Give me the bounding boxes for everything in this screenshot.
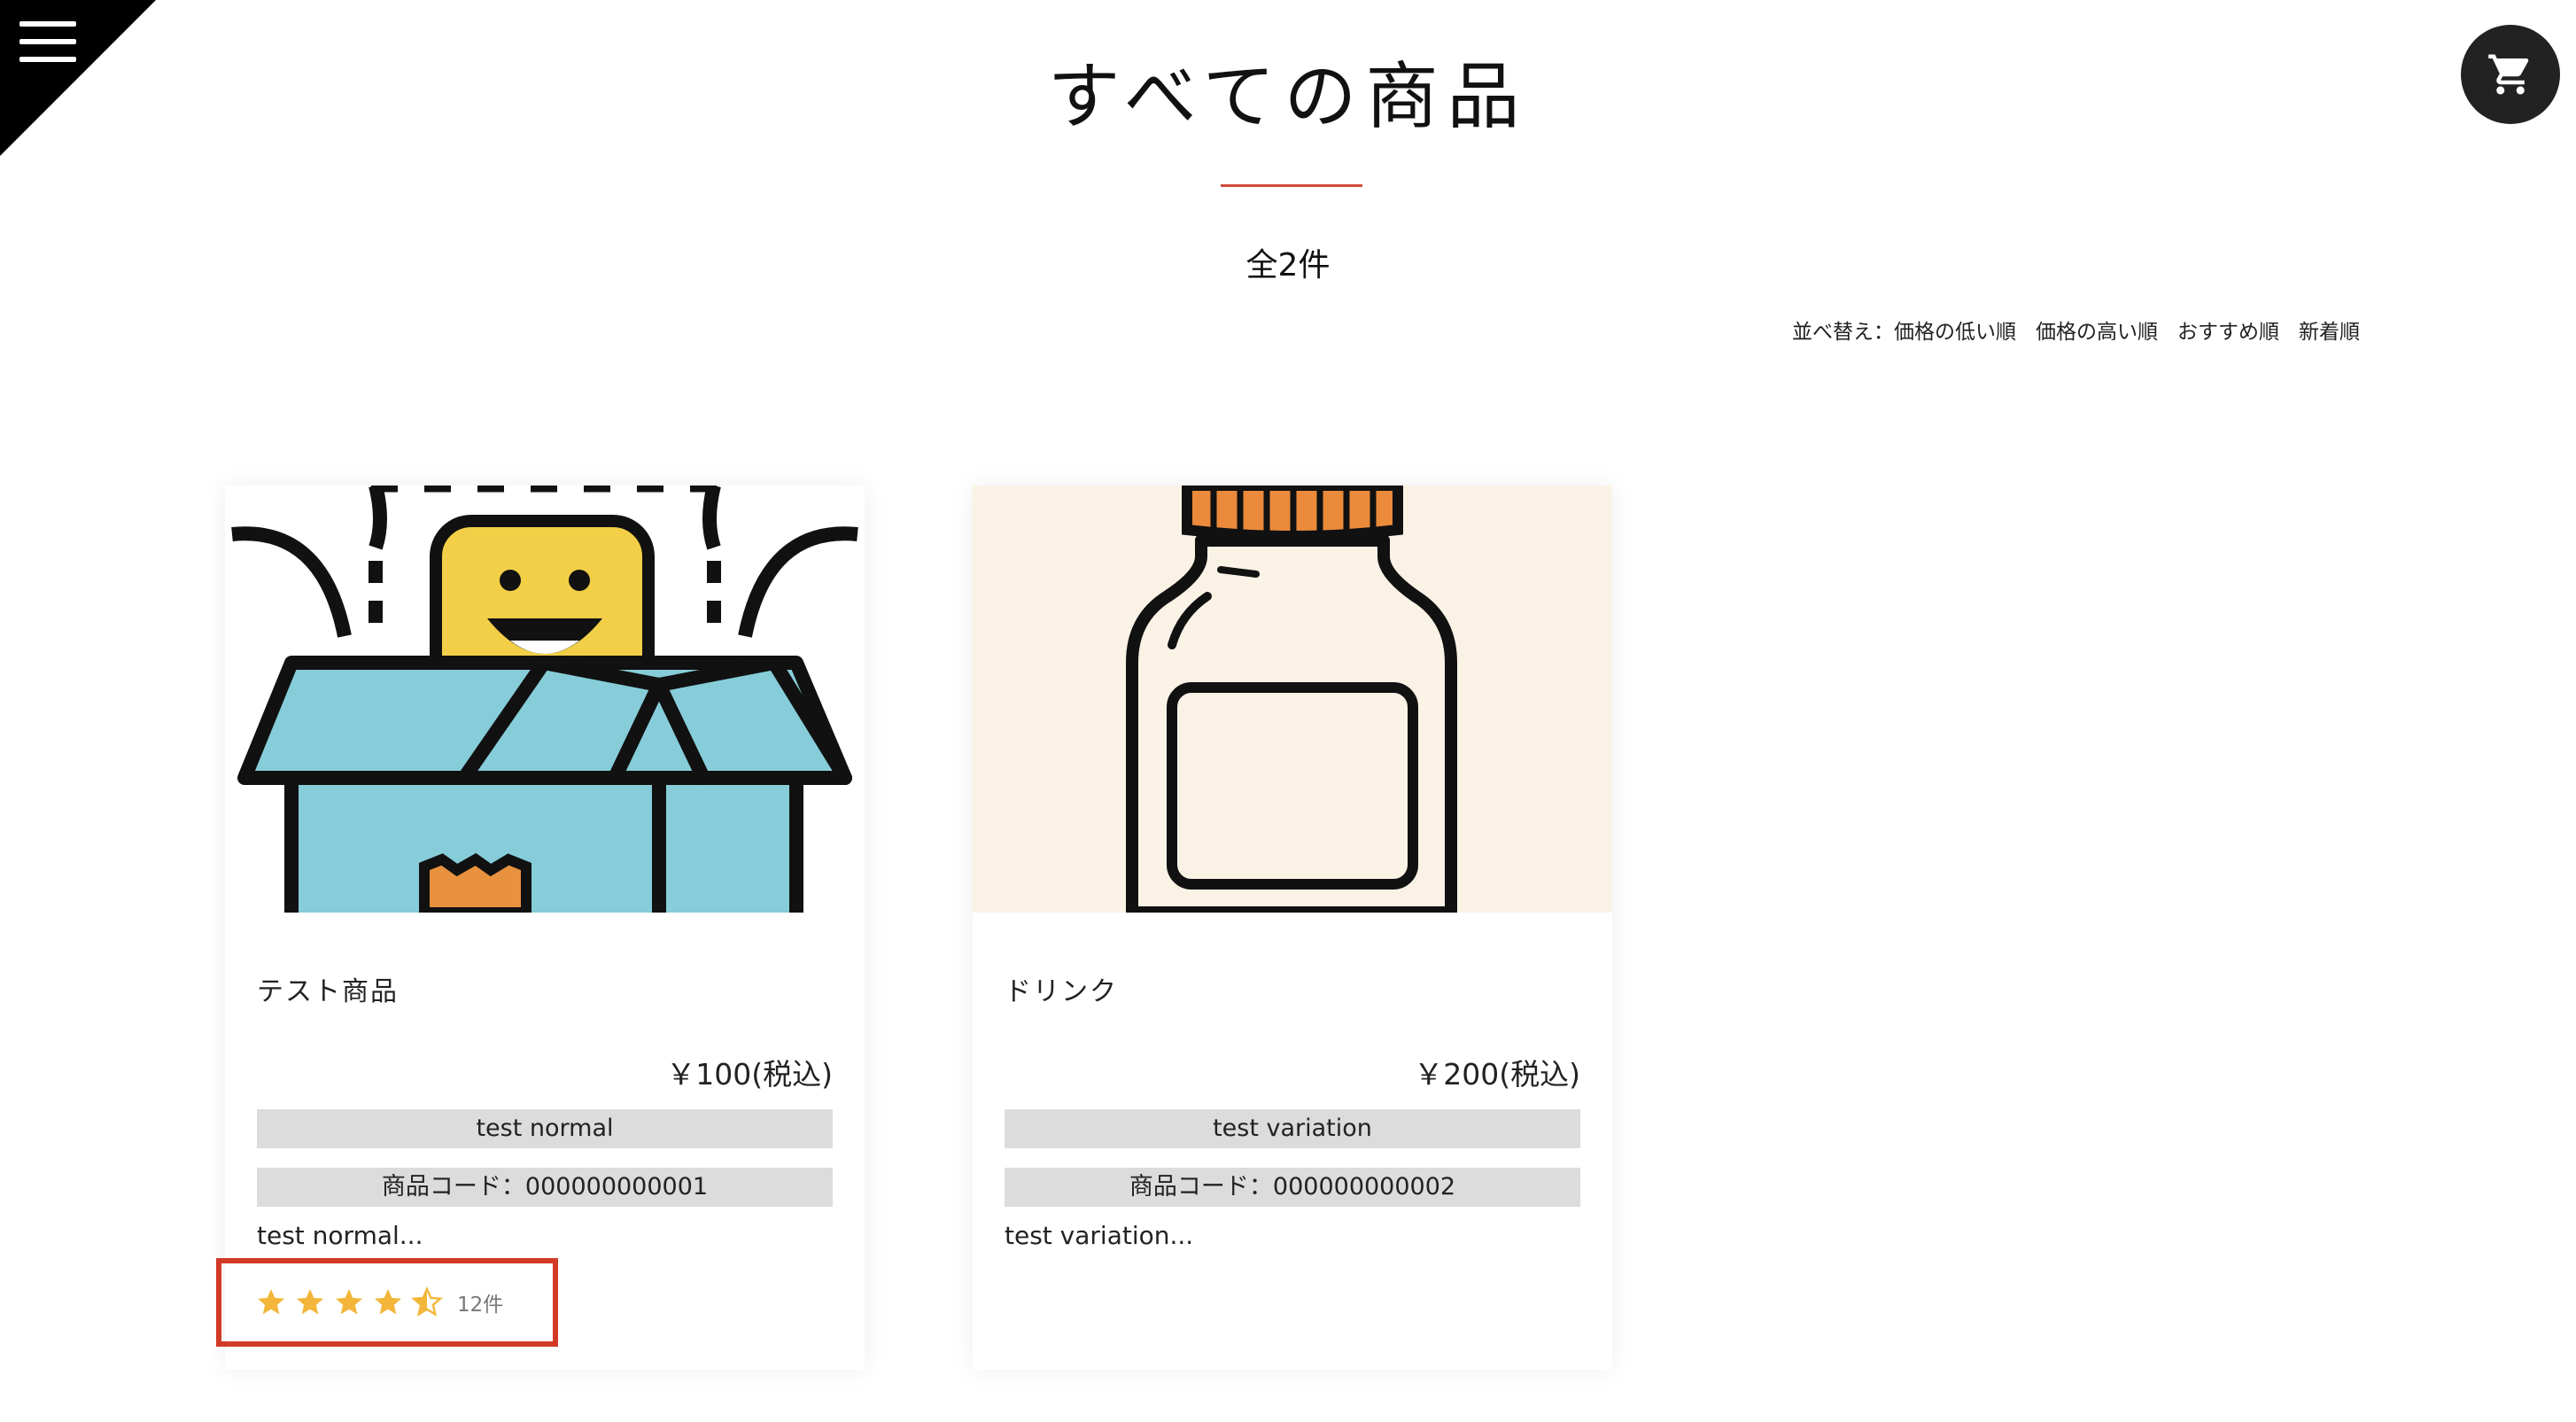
rating-highlight-box[interactable]: 12件 bbox=[216, 1258, 558, 1347]
title-underline bbox=[1221, 184, 1362, 187]
star-filled-icon bbox=[336, 1289, 362, 1315]
sort-label: 並べ替え： bbox=[1792, 321, 1894, 344]
product-card[interactable]: テスト商品 ￥100(税込) test normal 商品コード：0000000… bbox=[216, 486, 865, 1370]
sort-option-price-low[interactable]: 価格の低い順 bbox=[1894, 315, 2016, 345]
product-card[interactable]: ドリンク ￥200(税込) test variation 商品コード：00000… bbox=[973, 486, 1612, 1370]
product-name[interactable]: ドリンク bbox=[1005, 969, 1118, 1008]
sort-bar: 並べ替え： 価格の低い順 価格の高い順 おすすめ順 新着順 bbox=[1792, 315, 2360, 345]
product-code-tag: 商品コード：000000000001 bbox=[257, 1168, 833, 1207]
product-price: ￥100(税込) bbox=[666, 1057, 833, 1092]
star-half-icon bbox=[411, 1286, 443, 1317]
bottle-illustration[interactable] bbox=[973, 486, 1612, 913]
product-description: test variation... bbox=[1005, 1221, 1194, 1250]
page-title: すべての商品 bbox=[1047, 55, 1529, 139]
product-count: 全2件 bbox=[1245, 247, 1331, 284]
rating-stars bbox=[255, 1286, 443, 1318]
variant-tag: test variation bbox=[1005, 1109, 1580, 1148]
star-filled-icon bbox=[375, 1289, 401, 1315]
star-filled-icon bbox=[297, 1289, 323, 1315]
product-code-tag: 商品コード：000000000002 bbox=[1005, 1168, 1580, 1207]
review-count[interactable]: 12件 bbox=[457, 1287, 503, 1317]
product-name[interactable]: テスト商品 bbox=[257, 969, 399, 1008]
product-price: ￥200(税込) bbox=[1414, 1057, 1580, 1092]
sort-option-newest[interactable]: 新着順 bbox=[2299, 315, 2360, 345]
sort-option-price-high[interactable]: 価格の高い順 bbox=[2036, 315, 2158, 345]
star-filled-icon bbox=[258, 1289, 284, 1315]
product-description: test normal... bbox=[257, 1221, 423, 1250]
variant-tag: test normal bbox=[257, 1109, 833, 1148]
sort-option-recommended[interactable]: おすすめ順 bbox=[2177, 315, 2279, 345]
box-character-illustration[interactable] bbox=[225, 486, 865, 913]
